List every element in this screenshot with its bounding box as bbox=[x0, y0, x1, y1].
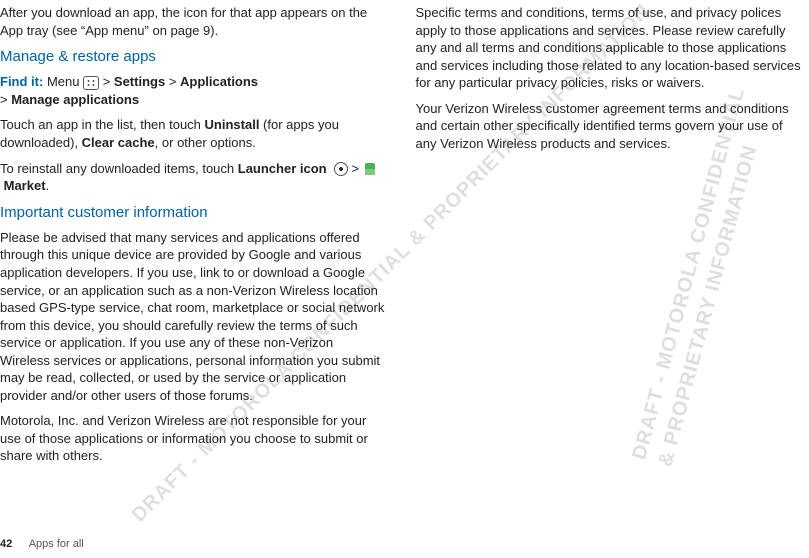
findit-settings: Settings bbox=[114, 74, 165, 89]
intro-paragraph: After you download an app, the icon for … bbox=[0, 4, 386, 39]
customer-info-paragraph: Please be advised that many services and… bbox=[0, 229, 386, 404]
clear-cache-word: Clear cache bbox=[82, 135, 155, 150]
para3-sep1: > bbox=[348, 161, 363, 176]
market-bag-icon bbox=[363, 163, 377, 175]
terms-paragraph-1: Specific terms and conditions, terms of … bbox=[416, 4, 802, 92]
page-columns: After you download an app, the icon for … bbox=[0, 0, 809, 473]
responsibility-paragraph: Motorola, Inc. and Verizon Wireless are … bbox=[0, 412, 386, 465]
find-it-label: Find it: bbox=[0, 74, 43, 89]
market-word: Market bbox=[4, 178, 46, 193]
find-it-menu-text: Menu bbox=[43, 74, 83, 89]
para2-a: Touch an app in the list, then touch bbox=[0, 117, 205, 132]
uninstall-paragraph: Touch an app in the list, then touch Uni… bbox=[0, 116, 386, 151]
find-it-line: Find it: Menu > Settings > Applications … bbox=[0, 73, 386, 108]
terms-paragraph-2: Your Verizon Wireless customer agreement… bbox=[416, 100, 802, 153]
heading-customer-info: Important customer information bbox=[0, 203, 386, 223]
para3-a: To reinstall any downloaded items, touch bbox=[0, 161, 238, 176]
left-column: After you download an app, the icon for … bbox=[0, 4, 386, 473]
findit-sep2: > bbox=[165, 74, 180, 89]
launcher-icon-word: Launcher icon bbox=[238, 161, 327, 176]
page-footer: 42 Apps for all bbox=[0, 537, 84, 552]
findit-applications: Applications bbox=[180, 74, 258, 89]
uninstall-word: Uninstall bbox=[205, 117, 260, 132]
launcher-circle-icon bbox=[334, 162, 348, 176]
page-number: 42 bbox=[0, 538, 12, 550]
heading-manage-restore: Manage & restore apps bbox=[0, 47, 386, 67]
findit-manage-apps: Manage applications bbox=[11, 92, 139, 107]
menu-grid-icon bbox=[83, 76, 99, 90]
para3-end: . bbox=[46, 178, 50, 193]
findit-line2-sep: > bbox=[0, 92, 11, 107]
footer-title: Apps for all bbox=[29, 538, 84, 550]
reinstall-paragraph: To reinstall any downloaded items, touch… bbox=[0, 160, 386, 195]
findit-sep1: > bbox=[99, 74, 114, 89]
right-column: Specific terms and conditions, terms of … bbox=[416, 4, 802, 473]
para2-c: , or other options. bbox=[155, 135, 256, 150]
